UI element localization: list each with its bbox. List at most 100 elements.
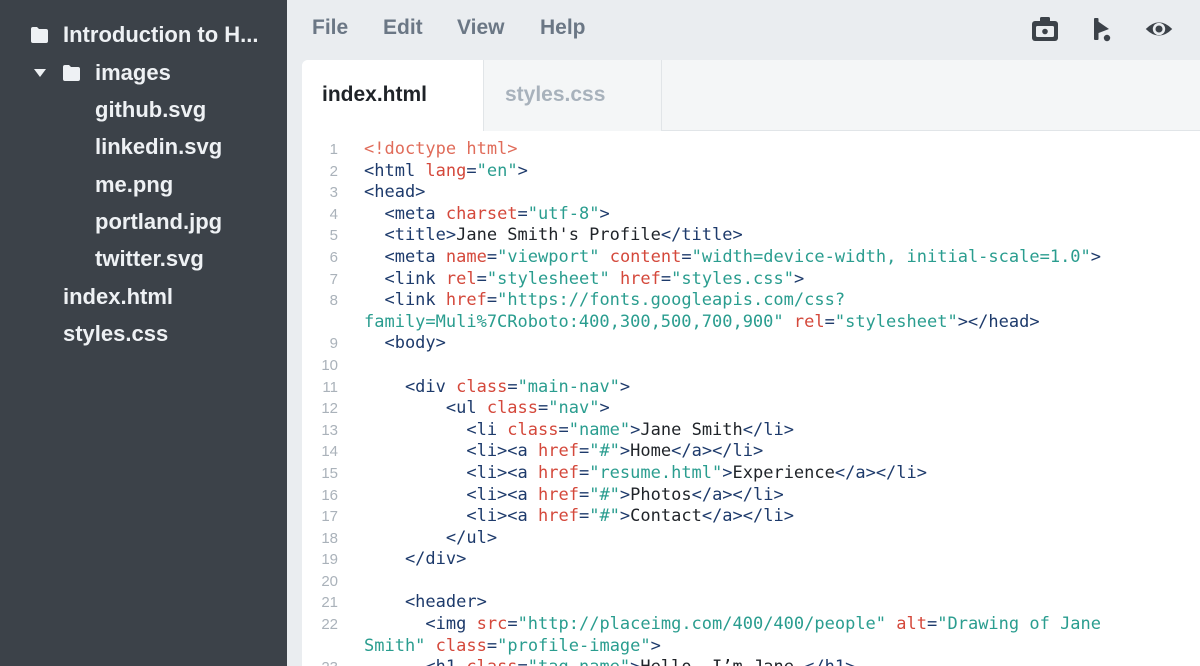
code-line[interactable]: 22 <img src="http://placeimg.com/400/400… (302, 614, 1200, 636)
tree-item-me-png[interactable]: me.png (0, 167, 287, 203)
code-token: </a></li> (691, 484, 784, 505)
tree-item-label: portland.jpg (95, 209, 223, 234)
code-token: = (518, 657, 528, 666)
code-token: = (476, 268, 487, 289)
line-number: 4 (329, 205, 338, 223)
line-number: 3 (329, 184, 338, 202)
code-line[interactable]: 15 <li><a href="resume.html">Experience<… (302, 463, 1200, 485)
code-token: class (466, 657, 517, 666)
line-number: 6 (329, 248, 338, 266)
line-number: 15 (321, 464, 338, 482)
code-token: > (619, 441, 631, 462)
code-token: Jane Smith's Profile (456, 225, 661, 246)
tree-item-label: index.html (63, 284, 174, 309)
code-token: charset (445, 203, 518, 224)
code-line[interactable]: 7 <link rel="stylesheet" href="styles.cs… (302, 269, 1200, 291)
code-line[interactable]: 12 <ul class="nav"> (302, 398, 1200, 420)
code-token: "profile-image" (497, 635, 651, 656)
code-token: "http://placeimg.com/400/400/people" (517, 614, 887, 635)
tree-item-label: styles.css (63, 321, 169, 346)
code-line[interactable]: 13 <li class="name">Jane Smith</li> (302, 420, 1200, 442)
tree-item-index-html[interactable]: index.html (0, 279, 287, 315)
line-number: 14 (321, 443, 338, 461)
code-token: > (517, 160, 528, 181)
code-line[interactable]: 18 </ul> (302, 528, 1200, 550)
line-number: 2 (329, 162, 338, 180)
code-line[interactable]: Smith" class="profile-image"> (302, 636, 1200, 658)
tree-item-project-folder[interactable]: Introduction to H... (0, 17, 287, 53)
code-token: > (630, 657, 640, 666)
tree-item-portland-jpg[interactable]: portland.jpg (0, 204, 287, 240)
code-token: > (650, 635, 661, 656)
code-token: = (660, 268, 672, 289)
code-line[interactable]: 2 <html lang="en"> (302, 161, 1200, 183)
code-token: "name" (568, 419, 631, 440)
code-line[interactable]: 9 <body> (302, 333, 1200, 355)
code-content[interactable]: 1 <!doctype html> 2 <html lang="en"> 3 <head>… (302, 139, 1200, 666)
menu-view[interactable]: View (457, 16, 504, 40)
code-line[interactable]: 6 <meta name="viewport" content="width=d… (302, 247, 1200, 269)
code-token: = (578, 484, 590, 505)
code-token: "stylesheet" (486, 268, 610, 289)
code-token: Home (630, 441, 672, 462)
line-text: <meta charset="utf-8"> (364, 203, 610, 226)
menu-help[interactable]: Help (540, 16, 586, 40)
code-token: <img (364, 614, 477, 635)
code-line[interactable]: 4 <meta charset="utf-8"> (302, 204, 1200, 226)
code-token: > (599, 203, 610, 224)
menu-file[interactable]: File (312, 16, 348, 40)
tree-item-images-folder[interactable]: images (0, 55, 287, 91)
code-token: href (538, 506, 579, 527)
code-line[interactable]: family=Muli%7CRoboto:400,300,500,700,900… (302, 312, 1200, 334)
share-icon[interactable] (1087, 14, 1117, 44)
line-number: 10 (321, 356, 338, 374)
code-line[interactable]: 14 <li><a href="#">Home</a></li> (302, 441, 1200, 463)
code-line[interactable]: 23 <h1 class="tag name">Hello, I’m Jane.… (302, 657, 1200, 666)
preview-eye-icon[interactable] (1144, 14, 1174, 44)
line-text: <li><a href="#">Home</a></li> (364, 441, 763, 463)
line-number: 12 (321, 400, 338, 418)
folder-icon (63, 65, 80, 81)
code-line[interactable]: 19 </div> (302, 549, 1200, 571)
code-line[interactable]: 11 <div class="main-nav"> (302, 377, 1200, 399)
code-line[interactable]: 8 <link href="https://fonts.googleapis.c… (302, 290, 1200, 312)
code-token: = (486, 635, 498, 656)
code-line[interactable]: 17 <li><a href="#">Contact</a></li> (302, 506, 1200, 528)
code-token: Hello, I’m Jane. (640, 657, 804, 666)
code-token: "#" (589, 506, 620, 527)
code-token: <li><a (364, 506, 538, 527)
code-token: = (466, 160, 477, 181)
code-line[interactable]: 21 <header> (302, 592, 1200, 614)
code-line[interactable]: 3 <head> (302, 182, 1200, 204)
code-line[interactable]: 20 (302, 571, 1200, 593)
folder-icon (31, 27, 48, 43)
line-text: <div class="main-nav"> (364, 377, 630, 399)
code-line[interactable]: 5 <title>Jane Smith's Profile</title> (302, 225, 1200, 247)
code-token: <li><a (364, 462, 538, 483)
code-line[interactable]: 16 <li><a href="#">Photos</a></li> (302, 485, 1200, 507)
line-text: <ul class="nav"> (364, 398, 610, 420)
code-token: "#" (589, 441, 620, 462)
tree-item-linkedin-svg[interactable]: linkedin.svg (0, 129, 287, 165)
screenshot-icon[interactable] (1030, 14, 1060, 44)
code-token: <li><a (364, 441, 538, 462)
code-token: href (538, 462, 579, 483)
tab-index-html[interactable]: index.html (302, 60, 484, 131)
line-text: <link href="https://fonts.googleapis.com… (364, 290, 845, 312)
code-token: </title> (660, 225, 743, 246)
tree-item-github-svg[interactable]: github.svg (0, 92, 287, 128)
code-token: = (927, 614, 938, 635)
menu-bar: File Edit View Help (287, 0, 1200, 60)
menu-edit[interactable]: Edit (383, 16, 423, 40)
tab-styles-css[interactable]: styles.css (484, 60, 662, 131)
code-token: = (558, 419, 569, 440)
tree-item-twitter-svg[interactable]: twitter.svg (0, 241, 287, 277)
code-line[interactable]: 1 <!doctype html> (302, 139, 1200, 161)
code-token: > (619, 484, 631, 505)
tree-item-styles-css[interactable]: styles.css (0, 316, 287, 352)
code-line[interactable]: 10 (302, 355, 1200, 377)
code-token: </a></li> (671, 441, 764, 462)
caret-down-icon[interactable] (34, 69, 46, 77)
